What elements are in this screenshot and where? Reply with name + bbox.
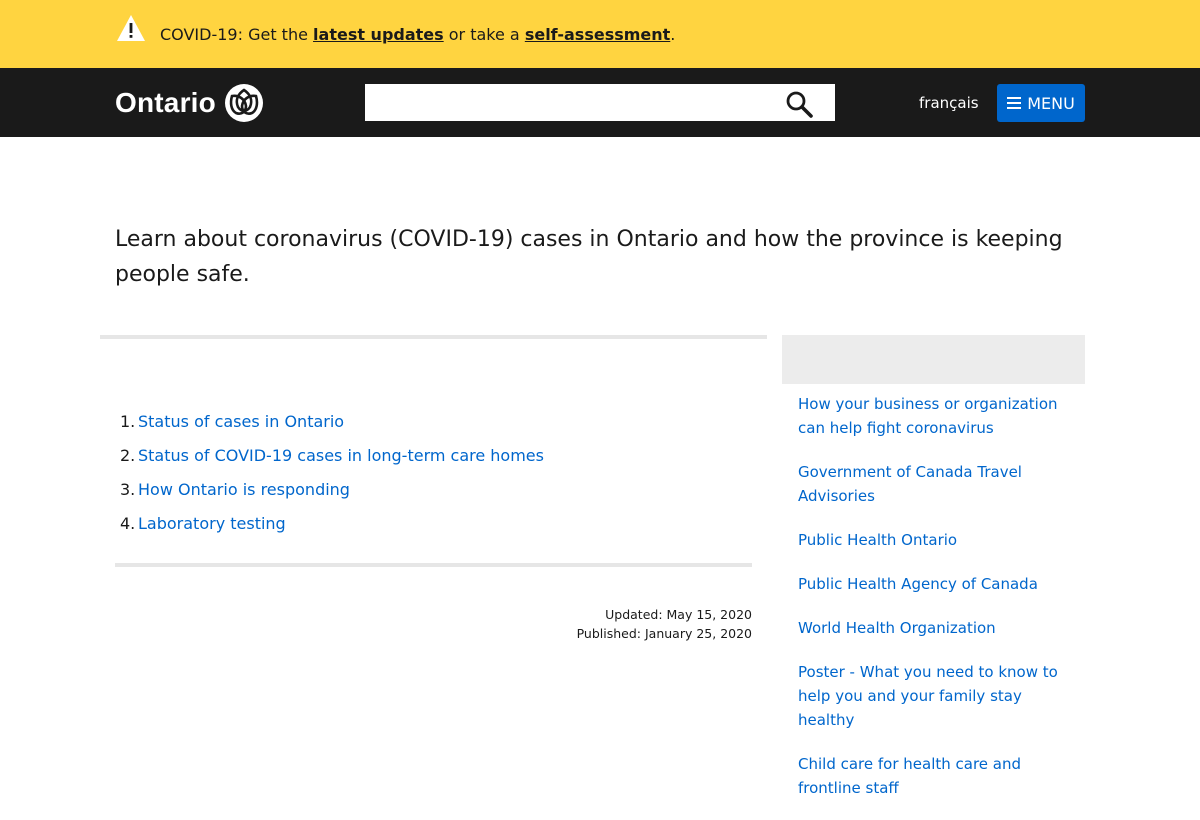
toc-item: 4. Laboratory testing (115, 507, 544, 541)
published-date: Published: January 25, 2020 (576, 626, 752, 641)
updated-date: Updated: May 15, 2020 (605, 607, 752, 622)
sidebar-item: How your business or organization can he… (798, 392, 1078, 440)
toc-link-status-of-cases[interactable]: Status of cases in Ontario (138, 412, 344, 431)
self-assessment-link[interactable]: self-assessment (525, 25, 670, 44)
sidebar-header (782, 335, 1085, 384)
sidebar-item: Poster - What you need to know to help y… (798, 660, 1078, 732)
toc-item: 3. How Ontario is responding (115, 473, 544, 507)
sidebar-link-who[interactable]: World Health Organization (798, 619, 996, 637)
logo-wordmark: Ontario (115, 87, 216, 118)
sidebar-link-child-care[interactable]: Child care for health care and frontline… (798, 755, 1021, 797)
table-of-contents: 1. Status of cases in Ontario 2. Status of… (115, 405, 544, 541)
toc-number: 4. (120, 514, 136, 533)
hamburger-icon (1007, 97, 1022, 109)
french-language-link[interactable]: français (919, 94, 979, 112)
search-icon[interactable] (785, 90, 813, 118)
sidebar-link-business-help[interactable]: How your business or organization can he… (798, 395, 1058, 437)
toc-number: 3. (120, 480, 136, 499)
site-header: Ontario français MENU (0, 68, 1200, 137)
sidebar-item: Public Health Ontario (798, 528, 1078, 552)
banner-text-suffix: . (670, 25, 676, 44)
sidebar-links: How your business or organization can he… (798, 392, 1078, 820)
toc-link-laboratory-testing[interactable]: Laboratory testing (138, 514, 286, 533)
toc-link-how-ontario-responding[interactable]: How Ontario is responding (138, 480, 350, 499)
toc-link-long-term-care[interactable]: Status of COVID-19 cases in long-term ca… (138, 446, 544, 465)
sidebar-link-public-health-ontario[interactable]: Public Health Ontario (798, 531, 957, 549)
ontario-logo[interactable]: Ontario (115, 83, 264, 123)
toc-number: 2. (120, 446, 136, 465)
sidebar-item: Child care for health care and frontline… (798, 752, 1078, 800)
toc-item: 1. Status of cases in Ontario (115, 405, 544, 439)
sidebar-link-phac[interactable]: Public Health Agency of Canada (798, 575, 1038, 593)
search-box (365, 84, 835, 121)
banner-text-prefix: COVID-19: Get the (160, 25, 314, 44)
sidebar-link-poster[interactable]: Poster - What you need to know to help y… (798, 663, 1058, 729)
toc-number: 1. (120, 412, 136, 431)
divider-bottom (115, 563, 752, 567)
sidebar-item: Government of Canada Travel Advisories (798, 460, 1078, 508)
covid-alert-banner: COVID-19: Get the latest updates or take… (0, 0, 1200, 68)
search-input[interactable] (365, 84, 765, 121)
trillium-icon (224, 84, 263, 122)
page-intro: Learn about coronavirus (COVID-19) cases… (115, 227, 1063, 287)
sidebar-item: World Health Organization (798, 616, 1078, 640)
sidebar-link-travel-advisories[interactable]: Government of Canada Travel Advisories (798, 463, 1022, 505)
banner-message: COVID-19: Get the latest updates or take… (160, 24, 675, 46)
menu-label: MENU (1027, 93, 1075, 113)
sidebar-item: Public Health Agency of Canada (798, 572, 1078, 596)
latest-updates-link[interactable]: latest updates (313, 25, 444, 44)
divider-top (100, 335, 767, 339)
banner-text-middle: or take a (443, 25, 525, 44)
toc-item: 2. Status of COVID-19 cases in long-term … (115, 439, 544, 473)
page-dates: Updated: May 15, 2020 Published: January… (452, 605, 752, 643)
menu-button[interactable]: MENU (997, 84, 1085, 122)
warning-icon (117, 15, 145, 41)
